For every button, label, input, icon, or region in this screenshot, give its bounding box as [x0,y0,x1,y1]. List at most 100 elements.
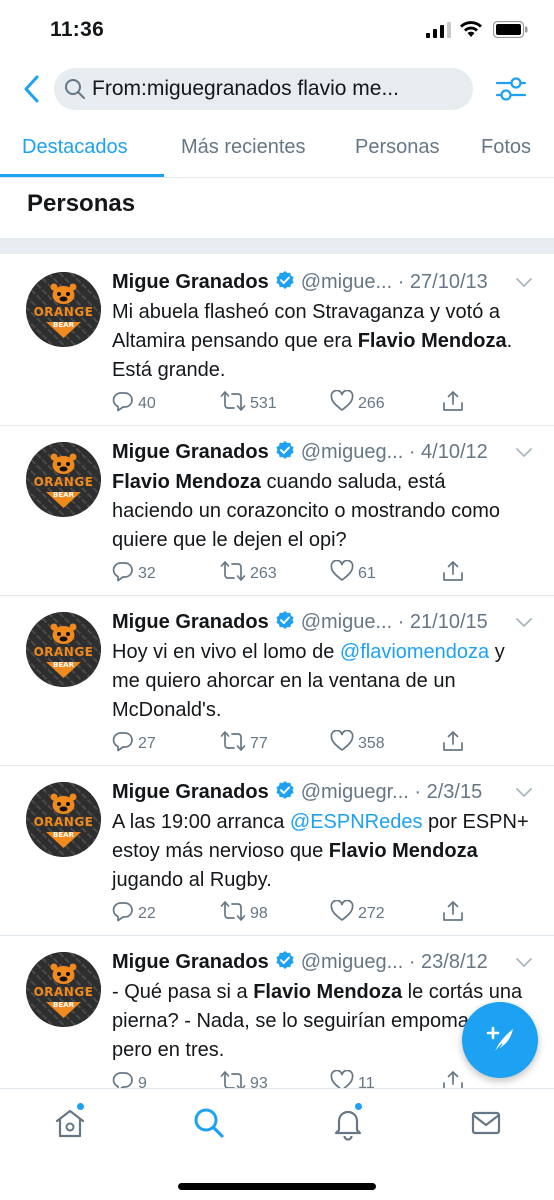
tweet-actions: 27 77 358 [112,729,532,756]
tweet[interactable]: ORANGE BEAR Migue Granados @migue... · 2… [0,256,554,426]
avatar[interactable]: ORANGE BEAR [26,272,101,347]
tweet-actions: 40 531 266 [112,389,532,416]
share-button[interactable] [442,900,468,926]
tab-personas[interactable]: Personas [355,136,440,159]
retweet-icon [220,561,246,581]
home-icon[interactable] [52,1105,88,1141]
tweet-highlight: Flavio Mendoza [253,981,403,1003]
reply-button[interactable]: 27 [112,730,156,756]
share-button[interactable] [442,560,468,586]
share-button[interactable] [442,390,468,416]
tweet-highlight: Flavio Mendoza [112,471,261,493]
tweet-actions: 32 263 61 [112,559,532,586]
tweet-author-name[interactable]: Migue Granados [112,441,269,463]
tweet[interactable]: ORANGE BEAR Migue Granados @migueg... · … [0,426,554,596]
search-input[interactable]: From:miguegranados flavio me... [54,68,473,110]
chevron-down-icon[interactable] [516,448,532,458]
retweet-icon [220,901,246,921]
tweet-text-segment: A las 19:00 arranca [112,811,290,833]
tweet-date: · 23/8/12 [408,951,488,973]
share-icon [443,731,463,751]
tweet[interactable]: ORANGE BEAR Migue Granados @migue... · 2… [0,596,554,766]
tweet-text-segment: Hoy vi en vivo el lomo de [112,641,340,663]
heart-icon [330,899,354,921]
retweet-button[interactable]: 98 [220,900,268,926]
avatar-logo-subtext: BEAR [53,1001,74,1009]
reply-count: 32 [138,565,156,582]
like-count: 61 [358,565,376,582]
tweet-date: · 4/10/12 [408,441,488,463]
tweet-author-name[interactable]: Migue Granados [112,611,269,633]
chevron-left-icon[interactable] [18,72,46,106]
notifications-dot [355,1103,362,1110]
tweet-mention-link[interactable]: @ESPNRedes [290,811,423,833]
like-button[interactable]: 266 [330,389,385,416]
chevron-down-icon[interactable] [516,278,532,288]
retweet-button[interactable]: 77 [220,730,268,756]
compose-tweet-button[interactable] [462,1002,538,1078]
tweet-highlight: Flavio Mendoza [357,330,507,352]
avatar[interactable]: ORANGE BEAR [26,612,101,687]
avatar[interactable]: ORANGE BEAR [26,782,101,857]
cellular-signal-icon [426,22,451,38]
retweet-count: 77 [250,735,268,752]
avatar[interactable]: ORANGE BEAR [26,952,101,1027]
reply-icon [112,902,133,922]
tweet-date: · 21/10/15 [397,611,488,633]
tab-destacados[interactable]: Destacados [22,136,128,159]
reply-icon [112,562,133,582]
share-icon [443,901,463,921]
tweet-text-segment: jugando al Rugby. [112,869,272,891]
tweet-author-name[interactable]: Migue Granados [112,951,269,973]
section-title[interactable]: Personas [27,190,135,218]
like-count: 358 [358,735,385,752]
like-button[interactable]: 358 [330,729,385,756]
tweet[interactable]: ORANGE BEAR Migue Granados @miguegr... ·… [0,766,554,936]
tweet-highlight: Flavio Mendoza [328,840,478,862]
search-icon [65,79,85,99]
tweet-mention-link[interactable]: @flaviomendoza [340,641,489,663]
sliders-icon[interactable] [494,72,528,106]
chevron-down-icon[interactable] [516,618,532,628]
reply-button[interactable]: 22 [112,900,156,926]
verified-badge-icon [276,441,294,459]
retweet-icon [220,391,246,411]
mail-icon[interactable] [468,1105,504,1141]
like-button[interactable]: 272 [330,899,385,926]
avatar-logo-text: ORANGE [33,985,94,999]
reply-button[interactable]: 40 [112,390,156,416]
search-query: From:miguegranados flavio me... [92,77,399,100]
tab-fotos[interactable]: Fotos [481,136,531,159]
tweet-text: Mi abuela flasheó con Stravaganza y votó… [112,298,532,385]
like-count: 272 [358,905,385,922]
tab-mas-recientes[interactable]: Más recientes [181,136,306,159]
like-button[interactable]: 61 [330,559,376,586]
wifi-icon [460,21,482,37]
chevron-down-icon[interactable] [516,958,532,968]
tweet-text: A las 19:00 arranca @ESPNRedes por ESPN+… [112,808,532,895]
home-notification-dot [77,1103,84,1110]
retweet-button[interactable]: 531 [220,390,277,416]
tweet-author-handle: @migueg... [300,441,404,463]
reply-button[interactable]: 32 [112,560,156,586]
avatar-logo-text: ORANGE [33,305,94,319]
share-icon [443,391,463,411]
avatar-logo-subtext: BEAR [53,831,74,839]
share-icon [443,561,463,581]
chevron-down-icon[interactable] [516,788,532,798]
retweet-button[interactable]: 263 [220,560,277,586]
battery-icon [493,21,528,38]
tweet-author-name[interactable]: Migue Granados [112,271,269,293]
tweet-author-name[interactable]: Migue Granados [112,781,269,803]
avatar-logo-subtext: BEAR [53,321,74,329]
avatar[interactable]: ORANGE BEAR [26,442,101,517]
tweet-text-segment: - Qué pasa si a [112,981,254,1003]
verified-badge-icon [276,611,294,629]
reply-count: 40 [138,395,156,412]
share-button[interactable] [442,730,468,756]
search-icon[interactable] [191,1105,227,1141]
like-count: 266 [358,395,385,412]
bell-icon[interactable] [330,1105,366,1141]
verified-badge-icon [276,271,294,289]
retweet-icon [220,731,246,751]
